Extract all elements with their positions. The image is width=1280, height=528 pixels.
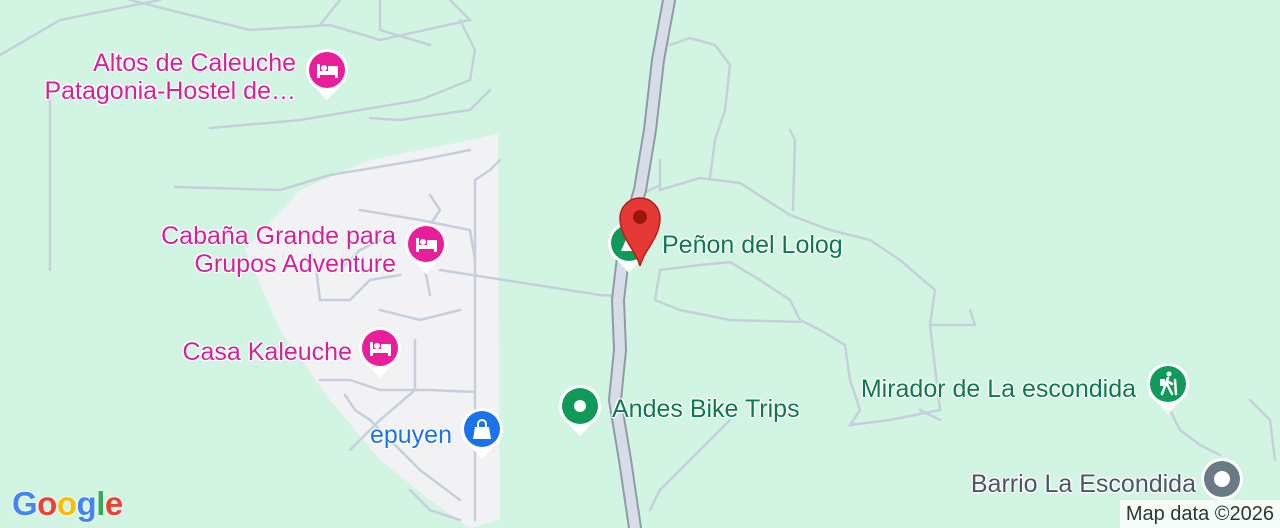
hotel-icon[interactable]: [304, 46, 350, 102]
logo-letter: l: [96, 485, 105, 522]
poi-label-epuyen[interactable]: epuyen: [300, 421, 452, 449]
map-canvas[interactable]: Altos de Caleuche Patagonia-Hostel de… C…: [0, 0, 1280, 528]
logo-letter: G: [12, 485, 38, 522]
logo-letter: e: [104, 485, 123, 522]
google-logo: Google: [12, 485, 123, 523]
hotel-icon[interactable]: [357, 324, 403, 380]
hiking-icon[interactable]: [1145, 360, 1191, 416]
location-pin-icon[interactable]: [612, 190, 668, 268]
shopping-bag-icon[interactable]: [459, 405, 505, 461]
logo-letter: g: [76, 485, 97, 522]
poi-label-cabana[interactable]: Cabaña Grande para Grupos Adventure: [100, 222, 396, 278]
poi-label-barrio[interactable]: Barrio La Escondida: [900, 470, 1196, 498]
map-attribution[interactable]: Map data ©2026: [1119, 500, 1280, 528]
place-dot-icon[interactable]: [557, 382, 603, 438]
poi-label-casa[interactable]: Casa Kaleuche: [100, 338, 352, 366]
poi-label-andes[interactable]: Andes Bike Trips: [612, 395, 800, 423]
hotel-icon[interactable]: [403, 220, 449, 276]
logo-letter: o: [56, 485, 77, 522]
poi-label-altos[interactable]: Altos de Caleuche Patagonia-Hostel de…: [20, 49, 296, 105]
poi-label-mirador[interactable]: Mirador de La escondida: [800, 375, 1136, 403]
poi-label-penon[interactable]: Peñon del Lolog: [662, 231, 843, 259]
logo-letter: o: [37, 485, 57, 522]
